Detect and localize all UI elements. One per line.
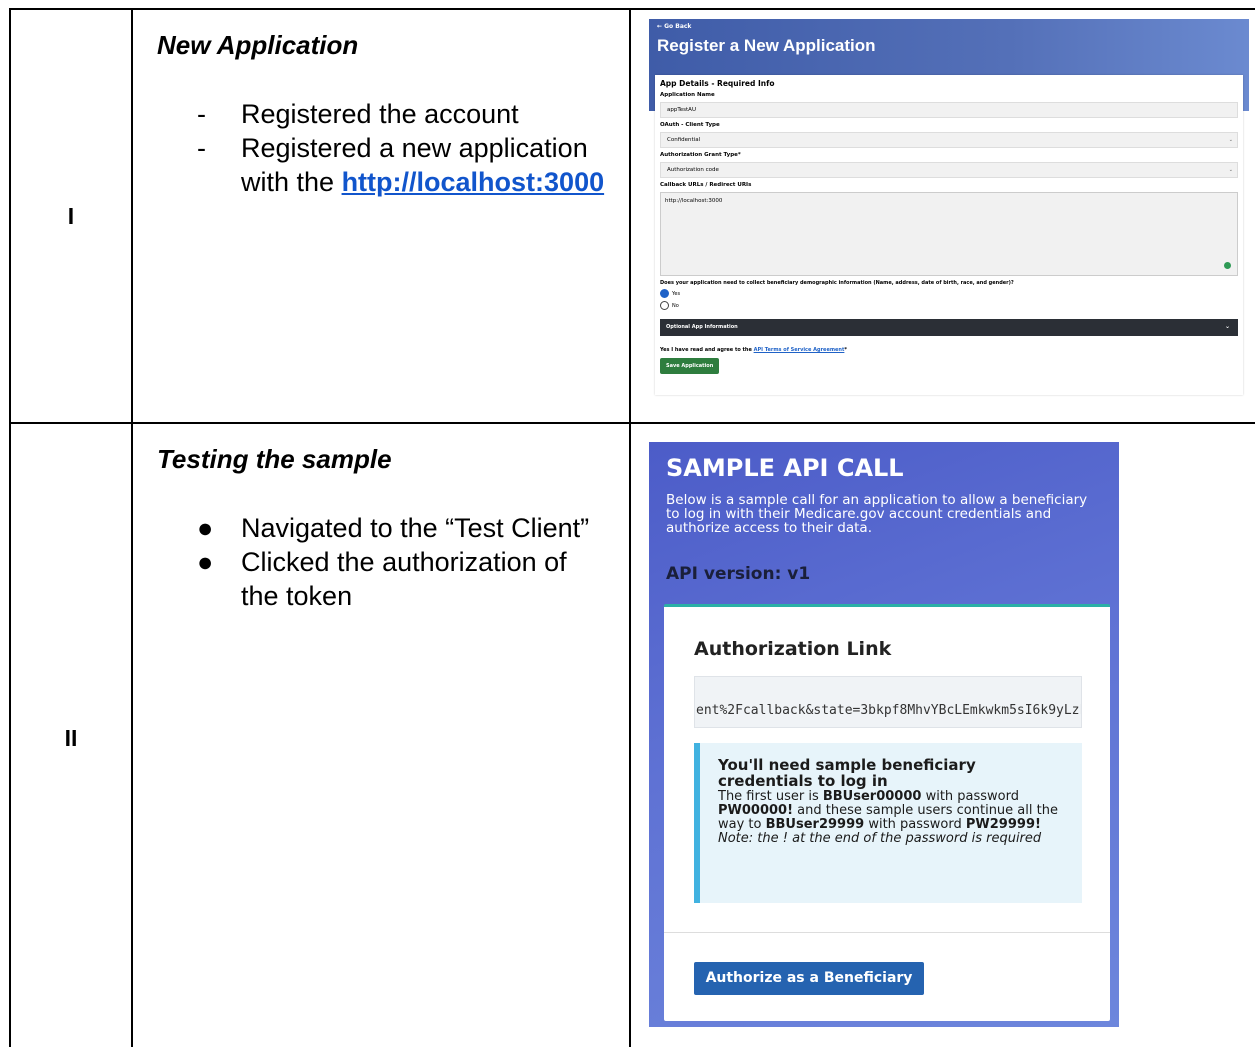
chevron-down-icon: ⌄ <box>1228 167 1233 173</box>
bullet-marker: ● <box>197 547 214 577</box>
radio-checked-icon <box>660 289 669 298</box>
no-radio[interactable]: No <box>660 301 1238 310</box>
authorization-link-field[interactable]: ent%2Fcallback&state=3bkpf8MhvYBcLEmkwkm… <box>694 676 1082 728</box>
chevron-down-icon: ⌄ <box>1224 323 1230 330</box>
bullet-list: ● Navigated to the “Test Client” ● Clicked… <box>157 511 609 613</box>
app-name-input[interactable]: appTestAU <box>660 102 1238 118</box>
yes-label: Yes <box>672 290 681 297</box>
optional-info-accordion[interactable]: Optional App Information ⌄ <box>660 319 1238 336</box>
divider <box>664 932 1110 933</box>
app-name-value: appTestAU <box>667 107 696 113</box>
optional-info-label: Optional App Information <box>666 324 738 330</box>
bullet-text: Registered the account <box>241 99 519 129</box>
note-italic: Note: the ! at the end of the password i… <box>718 831 1042 846</box>
sample-api-title: SAMPLE API CALL <box>666 454 904 482</box>
go-back-link[interactable]: ← Go Back <box>657 23 1241 30</box>
save-application-button[interactable]: Save Application <box>660 358 720 374</box>
required-marker: * <box>844 347 848 353</box>
callback-value: http://localhost:3000 <box>665 198 723 204</box>
dash-marker: - <box>197 133 206 163</box>
row-number: I <box>9 8 133 424</box>
screenshot-cell: SAMPLE API CALL Below is a sample call f… <box>629 422 1255 1047</box>
first-user: BBUser00000 <box>822 789 922 804</box>
last-user: BBUser29999 <box>765 817 865 832</box>
client-type-select[interactable]: Confidential ⌄ <box>660 132 1238 148</box>
register-app-screenshot: ← Go Back Register a New Application App… <box>649 19 1249 399</box>
steps-table: I New Application - Registered the accoun… <box>9 8 1255 1047</box>
no-label: No <box>672 302 679 309</box>
row-number: II <box>9 422 133 1047</box>
section-title: App Details - Required Info <box>660 79 775 88</box>
step-heading: Testing the sample <box>157 444 392 474</box>
bullet-text: Navigated to the “Test Client” <box>241 513 590 543</box>
localhost-link[interactable]: http://localhost:3000 <box>342 167 605 197</box>
sample-api-intro: Below is a sample call for an applicatio… <box>666 492 1088 536</box>
note-heading: You'll need sample beneficiary credentia… <box>718 756 976 790</box>
grant-type-select[interactable]: Authorization code ⌄ <box>660 162 1238 178</box>
app-name-label: Application Name <box>660 92 715 98</box>
first-password: PW00000! <box>718 803 794 818</box>
screenshot-cell: ← Go Back Register a New Application App… <box>629 8 1255 424</box>
credentials-note: You'll need sample beneficiary credentia… <box>694 743 1082 903</box>
table-row: II Testing the sample ● Navigated to the … <box>9 422 1255 1047</box>
bullet-text: Clicked the authorization of the token <box>241 547 567 611</box>
agree-text: Yes I have read and agree to the <box>660 347 754 353</box>
client-type-label: OAuth - Client Type <box>660 122 720 128</box>
callback-label: Callback URLs / Redirect URIs <box>660 182 752 188</box>
terms-agreement[interactable]: Yes I have read and agree to the API Ter… <box>660 347 1238 353</box>
table-row: I New Application - Registered the accoun… <box>9 8 1255 424</box>
sample-api-screenshot: SAMPLE API CALL Below is a sample call f… <box>649 442 1119 1027</box>
bullet-list: - Registered the account - Registered a ne… <box>157 97 609 199</box>
dash-marker: - <box>197 99 206 129</box>
radio-unchecked-icon <box>660 301 669 310</box>
register-form: App Details - Required Info Application … <box>655 75 1243 395</box>
list-item: - Registered the account <box>157 97 609 131</box>
api-version: API version: v1 <box>666 564 811 584</box>
grant-type-value: Authorization code <box>667 167 719 173</box>
authorization-heading: Authorization Link <box>694 638 892 660</box>
list-item: - Registered a new application with the h… <box>157 131 609 199</box>
demographic-question: Does your application need to collect be… <box>660 280 1014 286</box>
note-text: with password <box>864 817 966 832</box>
chevron-down-icon: ⌄ <box>1228 137 1233 143</box>
description-cell: Testing the sample ● Navigated to the “Te… <box>131 422 631 1047</box>
yes-radio[interactable]: Yes <box>660 289 1238 298</box>
list-item: ● Clicked the authorization of the token <box>157 545 609 613</box>
authorization-panel: Authorization Link ent%2Fcallback&state=… <box>664 604 1110 1021</box>
bullet-marker: ● <box>197 513 214 543</box>
grammarly-icon <box>1224 262 1231 269</box>
terms-link[interactable]: API Terms of Service Agreement <box>754 347 845 353</box>
step-heading: New Application <box>157 30 359 60</box>
list-item: ● Navigated to the “Test Client” <box>157 511 609 545</box>
note-text: The first user is <box>718 789 823 804</box>
note-text: with password <box>921 789 1020 804</box>
callback-textarea[interactable]: http://localhost:3000 <box>660 192 1238 276</box>
grant-type-label: Authorization Grant Type* <box>660 152 741 158</box>
client-type-value: Confidential <box>667 137 701 143</box>
register-title: Register a New Application <box>657 36 876 55</box>
authorize-beneficiary-button[interactable]: Authorize as a Beneficiary <box>694 962 924 995</box>
description-cell: New Application - Registered the account … <box>131 8 631 424</box>
last-password: PW29999! <box>965 817 1041 832</box>
